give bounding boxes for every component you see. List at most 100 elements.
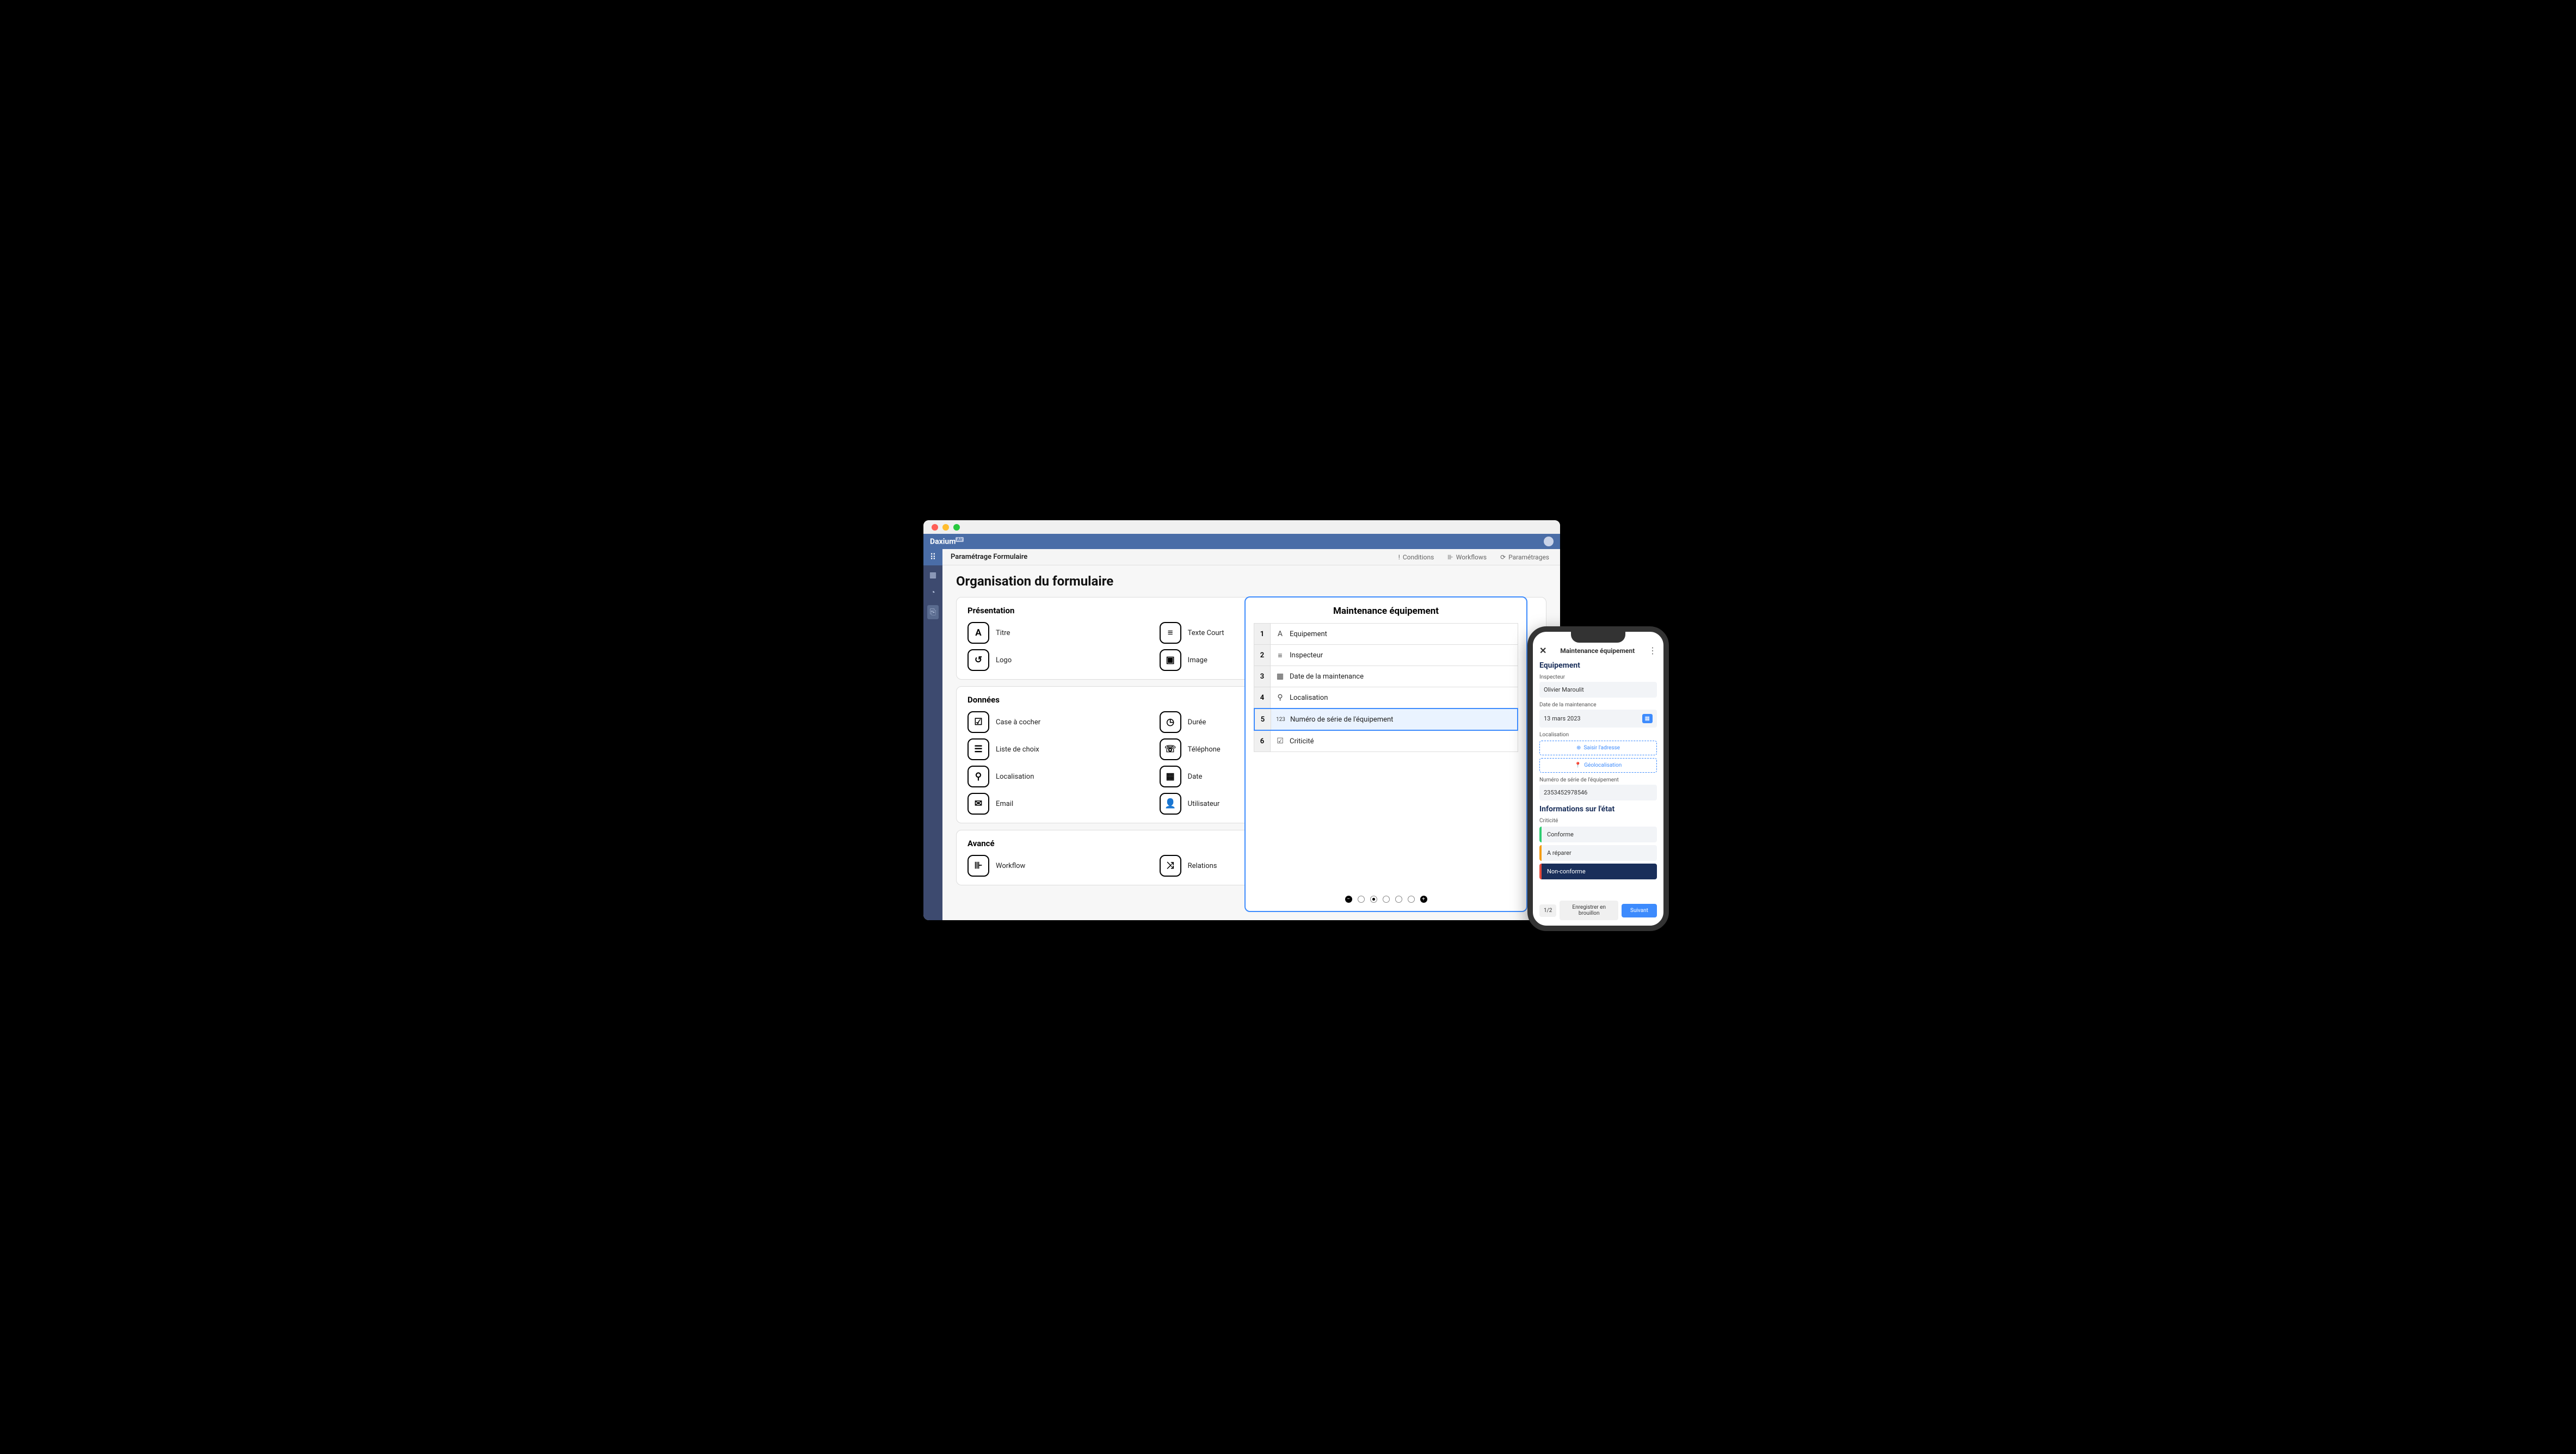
field-label: Criticité: [1290, 737, 1314, 746]
preview-field-row[interactable]: 4⚲Localisation: [1254, 687, 1518, 708]
apps-grid-button[interactable]: ⠿: [923, 549, 942, 565]
sub-bar: ⠿ Paramétrage Formulaire !Conditions ⊪Wor…: [923, 549, 1560, 565]
tool-icon: ▣: [1160, 649, 1181, 671]
criticality-option-reparer[interactable]: A réparer: [1539, 845, 1657, 861]
phone-form-title: Maintenance équipement: [1560, 647, 1635, 655]
pager-dot[interactable]: [1358, 896, 1365, 903]
pager-dot-active[interactable]: [1370, 896, 1377, 903]
tool-label: Localisation: [996, 773, 1034, 781]
pager-plus-icon[interactable]: +: [1420, 896, 1427, 903]
tool-logo[interactable]: ↺Logo: [967, 649, 1151, 671]
tool-label: Utilisateur: [1188, 800, 1220, 808]
action-label: Conditions: [1403, 553, 1434, 561]
subbar-action-conditions[interactable]: !Conditions: [1398, 553, 1434, 561]
preview-field-row[interactable]: 2≡Inspecteur: [1254, 644, 1518, 666]
tool-workflow[interactable]: ⊪Workflow: [967, 855, 1151, 877]
field-label: Inspecteur: [1539, 674, 1657, 680]
field-label: Localisation: [1290, 694, 1328, 702]
field-label: Numéro de série de l'équipement: [1290, 716, 1393, 724]
sidebar: ▦ ◔ ⎘: [923, 565, 942, 920]
tool-icon: ☏: [1160, 738, 1181, 760]
tool-icon: ☰: [967, 738, 989, 760]
close-window-icon[interactable]: [932, 524, 938, 531]
calendar-icon[interactable]: ▦: [1642, 714, 1653, 723]
field-number: 6: [1254, 731, 1271, 751]
app-logo: DaxiumAir: [930, 537, 964, 546]
inspector-field[interactable]: Olivier Maroulit: [1539, 682, 1657, 698]
tool-titre[interactable]: ATitre: [967, 622, 1151, 644]
breadcrumb: Paramétrage Formulaire: [942, 553, 1036, 561]
page-indicator: 1/2: [1539, 904, 1556, 917]
pager-minus-icon[interactable]: −: [1345, 896, 1352, 903]
tool-icon: ◷: [1160, 711, 1181, 733]
field-type-icon: ▦: [1271, 672, 1290, 681]
minimize-window-icon[interactable]: [942, 524, 949, 531]
tool-label: Relations: [1188, 862, 1217, 870]
preview-field-row[interactable]: 6☑Criticité: [1254, 730, 1518, 752]
field-label: Date de la maintenance: [1539, 702, 1657, 708]
tool-label: Liste de choix: [996, 746, 1039, 754]
field-type-icon: ☑: [1271, 737, 1290, 746]
action-icon: !: [1398, 553, 1400, 561]
criticality-option-conforme[interactable]: Conforme: [1539, 827, 1657, 842]
geolocate-button[interactable]: 📍Géolocalisation: [1539, 758, 1657, 773]
criticality-option-nonconforme[interactable]: Non-conforme: [1539, 864, 1657, 879]
tool-label: Logo: [996, 656, 1012, 664]
tool-email[interactable]: ✉ Email: [967, 793, 1151, 815]
maximize-window-icon[interactable]: [953, 524, 960, 531]
subbar-action-paramétrages[interactable]: ⟳Paramétrages: [1500, 553, 1549, 561]
field-number: 1: [1254, 624, 1271, 644]
tool-label: Durée: [1188, 718, 1206, 726]
action-label: Paramétrages: [1508, 553, 1549, 561]
tool-label: Workflow: [996, 862, 1025, 870]
field-type-icon: 123: [1271, 717, 1290, 723]
enter-address-button[interactable]: ⊕Saisir l'adresse: [1539, 741, 1657, 755]
user-avatar[interactable]: [1544, 537, 1554, 546]
sidebar-calendar-icon[interactable]: ▦: [929, 571, 936, 580]
preview-field-row[interactable]: 1AEquipement: [1254, 623, 1518, 645]
tool-icon: ⚲: [967, 766, 989, 787]
subbar-action-workflows[interactable]: ⊪Workflows: [1447, 553, 1487, 561]
preview-title: Maintenance équipement: [1254, 606, 1518, 617]
tool-icon: ☑: [967, 711, 989, 733]
field-type-icon: ≡: [1271, 651, 1290, 660]
tool-label: Image: [1188, 656, 1207, 664]
next-button[interactable]: Suivant: [1622, 904, 1657, 917]
tool-case-à-cocher[interactable]: ☑ Case à cocher: [967, 711, 1151, 733]
preview-field-row[interactable]: 5123Numéro de série de l'équipement: [1254, 708, 1518, 731]
tool-label: Email: [996, 800, 1013, 808]
tool-label: Case à cocher: [996, 718, 1040, 726]
tool-liste-de-choix[interactable]: ☰ Liste de choix: [967, 738, 1151, 760]
field-label: Localisation: [1539, 732, 1657, 738]
field-number: 4: [1254, 687, 1271, 708]
field-number: 2: [1254, 645, 1271, 666]
field-label: Criticité: [1539, 818, 1657, 824]
tool-icon: 👤: [1160, 793, 1181, 815]
sidebar-form-icon[interactable]: ⎘: [927, 605, 939, 619]
tool-icon: ▦: [1160, 766, 1181, 787]
field-type-icon: ⚲: [1271, 693, 1290, 702]
section-header: Informations sur l'état: [1539, 805, 1657, 814]
action-label: Workflows: [1456, 553, 1487, 561]
close-icon[interactable]: ✕: [1539, 645, 1546, 656]
pager-dot[interactable]: [1408, 896, 1415, 903]
save-draft-button[interactable]: Enregistrer en brouillon: [1560, 901, 1618, 920]
more-options-icon[interactable]: ⋮: [1648, 645, 1657, 656]
date-field[interactable]: 13 mars 2023 ▦: [1539, 710, 1657, 728]
tool-label: Texte Court: [1188, 629, 1224, 637]
pager-dot[interactable]: [1395, 896, 1402, 903]
tool-label: Téléphone: [1188, 746, 1221, 754]
serial-field[interactable]: 2353452978546: [1539, 785, 1657, 800]
app-window: DaxiumAir ⠿ Paramétrage Formulaire !Cond…: [923, 520, 1560, 920]
pager-dot[interactable]: [1383, 896, 1390, 903]
page-title: Organisation du formulaire: [956, 574, 1546, 589]
window-traffic-lights: [923, 520, 1560, 534]
field-number: 5: [1255, 709, 1271, 730]
tool-icon: ✉: [967, 793, 989, 815]
tool-icon: ≡: [1160, 622, 1181, 644]
tool-localisation[interactable]: ⚲ Localisation: [967, 766, 1151, 787]
preview-field-row[interactable]: 3▦Date de la maintenance: [1254, 666, 1518, 687]
field-number: 3: [1254, 666, 1271, 687]
field-label: Numéro de série de l'équipement: [1539, 777, 1657, 783]
sidebar-chart-icon[interactable]: ◔: [930, 588, 935, 597]
